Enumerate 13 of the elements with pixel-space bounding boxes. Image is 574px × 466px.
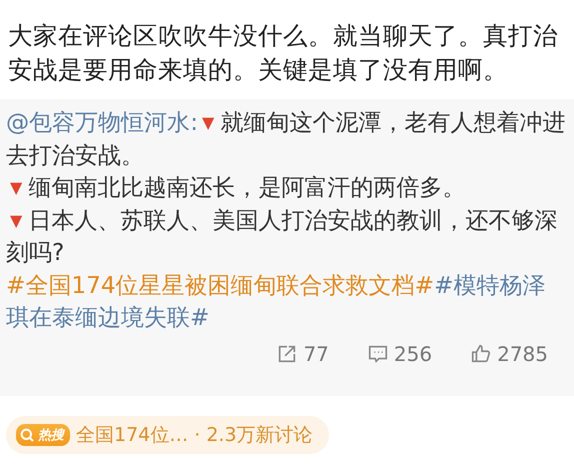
thumbs-up-icon [470, 343, 492, 365]
post-text: 大家在评论区吹吹牛没什么。就当聊天了。真打治安战是要用命来填的。关键是填了没有用啊。 [7, 20, 559, 86]
hot-search-badge: 热搜 [16, 424, 70, 446]
discussion-count: · 2.3万新讨论 [194, 423, 313, 448]
comment-icon [366, 343, 389, 365]
repost-button[interactable]: 77 [276, 342, 329, 366]
like-button[interactable]: 2785 [470, 342, 548, 366]
hashtag-text: #全国174位星星被困缅甸联合求救文档##模特杨泽琪在泰缅边境失联# [6, 270, 547, 333]
topic-link[interactable]: 全国174位… [76, 422, 188, 448]
search-icon [19, 427, 35, 443]
comment-button[interactable]: 256 [366, 342, 432, 366]
hot-search-pill[interactable]: 热搜 全国174位… · 2.3万新讨论 [6, 416, 329, 454]
mention-link[interactable]: @包容万物恒河水 [6, 109, 190, 136]
